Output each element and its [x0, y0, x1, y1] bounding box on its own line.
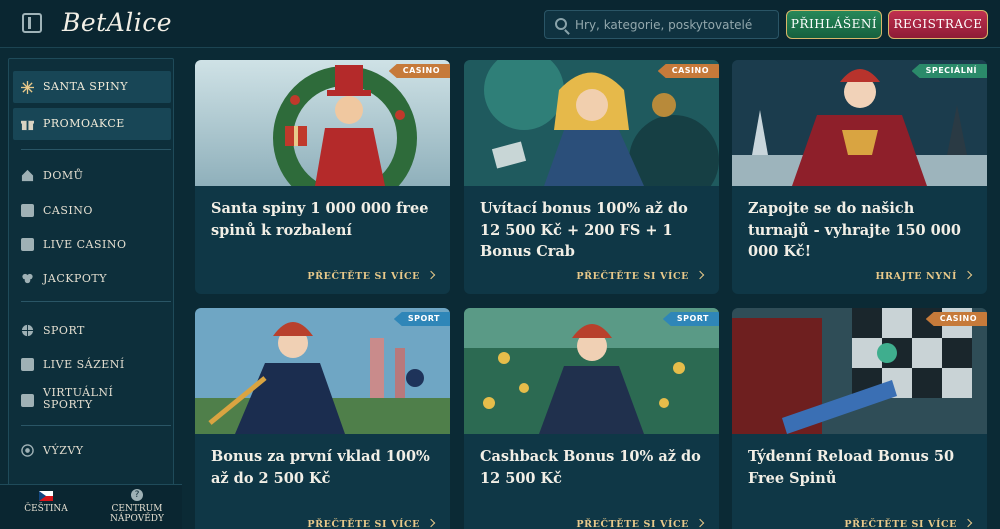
- search-input[interactable]: [575, 11, 775, 38]
- promo-image: [464, 308, 719, 434]
- read-more-link[interactable]: PŘEČTĚTE SI VÍCE: [307, 518, 436, 529]
- promo-card-cashback[interactable]: SPORT Cashback Bonus 10% až do 12 500 Kč…: [464, 308, 719, 529]
- chevron-right-icon: [963, 270, 973, 280]
- cards-icon: [21, 238, 34, 251]
- promo-title: Bonus za první vklad 100% až do 2 500 Kč: [211, 448, 430, 487]
- category-badge: SPORT: [393, 312, 450, 326]
- language-label: ČEŠTINA: [24, 504, 68, 514]
- read-more-link[interactable]: PŘEČTĚTE SI VÍCE: [307, 270, 436, 284]
- sidebar-item-sport[interactable]: SPORT: [13, 318, 171, 344]
- sidebar-toggle-icon[interactable]: [22, 13, 42, 33]
- sidebar-item-label: VÝZVY: [43, 444, 84, 457]
- divider: [21, 149, 171, 150]
- promo-image: [732, 60, 987, 186]
- promo-title: Týdenní Reload Bonus 50 Free Spinů: [748, 448, 955, 487]
- help-center-link[interactable]: ? CENTRUM NÁPOVĚDY: [104, 489, 170, 524]
- promo-title: Cashback Bonus 10% až do 12 500 Kč: [480, 448, 701, 487]
- sidebar-item-santa-spiny[interactable]: SANTA SPINY: [13, 71, 171, 103]
- sidebar-item-label: VIRTUÁLNÍ SPORTY: [43, 386, 114, 411]
- top-bar: BetAlice PŘIHLÁŠENÍ REGISTRACE: [0, 0, 1000, 48]
- chevron-right-icon: [426, 270, 436, 280]
- chevron-right-icon: [695, 518, 705, 528]
- chevron-right-icon: [426, 518, 436, 528]
- promo-image: [464, 60, 719, 186]
- cta-label: PŘEČTĚTE SI VÍCE: [844, 519, 957, 529]
- sidebar-item-live-sazeni[interactable]: LIVE SÁZENÍ: [13, 352, 171, 378]
- help-label: CENTRUM NÁPOVĚDY: [110, 504, 164, 524]
- promo-image: [195, 308, 450, 434]
- ball-icon: [21, 324, 34, 337]
- sidebar-item-label: LIVE CASINO: [43, 238, 127, 251]
- sidebar-item-label: SANTA SPINY: [43, 80, 128, 93]
- promo-card-santa-spiny[interactable]: CASINO Santa spiny 1 000 000 free spinů …: [195, 60, 450, 294]
- category-badge: SPORT: [662, 312, 719, 326]
- sidebar-item-label: CASINO: [43, 204, 93, 217]
- gift-icon: [21, 120, 34, 131]
- cta-label: HRAJTE NYNÍ: [875, 271, 957, 282]
- virtual-icon: [21, 394, 34, 407]
- cta-label: PŘEČTĚTE SI VÍCE: [307, 271, 420, 282]
- sidebar-item-label: DOMŮ: [43, 169, 84, 182]
- sidebar-footer: ČEŠTINA ? CENTRUM NÁPOVĚDY: [0, 484, 182, 529]
- chevron-right-icon: [695, 270, 705, 280]
- divider: [21, 301, 171, 302]
- snowflake-icon: [21, 81, 34, 94]
- logo[interactable]: BetAlice: [62, 6, 172, 40]
- read-more-link[interactable]: PŘEČTĚTE SI VÍCE: [576, 270, 705, 284]
- slot-machine-icon: [21, 204, 34, 217]
- register-button[interactable]: REGISTRACE: [888, 10, 988, 39]
- home-icon: [21, 169, 34, 182]
- sidebar-item-live-casino[interactable]: LIVE CASINO: [13, 232, 171, 258]
- sidebar: SANTA SPINY PROMOAKCE DOMŮ CASINO LIVE C…: [8, 58, 174, 529]
- language-selector[interactable]: ČEŠTINA: [14, 491, 78, 514]
- promo-card-welcome-bonus[interactable]: CASINO Uvítací bonus 100% až do 12 500 K…: [464, 60, 719, 294]
- read-more-link[interactable]: PŘEČTĚTE SI VÍCE: [576, 518, 705, 529]
- chevron-right-icon: [963, 518, 973, 528]
- category-badge: CASINO: [388, 64, 450, 78]
- category-badge: CASINO: [925, 312, 987, 326]
- sidebar-item-virtualni-sporty[interactable]: VIRTUÁLNÍ SPORTY: [13, 385, 171, 415]
- promo-card-weekly-reload[interactable]: CASINO Týdenní Reload Bonus 50 Free Spin…: [732, 308, 987, 529]
- question-icon: ?: [131, 489, 143, 501]
- sidebar-item-jackpoty[interactable]: JACKPOTY: [13, 266, 171, 292]
- promo-title: Santa spiny 1 000 000 free spinů k rozba…: [211, 200, 429, 239]
- sidebar-item-label: PROMOAKCE: [43, 117, 125, 130]
- category-badge: SPECIÁLNÍ: [911, 64, 987, 78]
- clover-icon: [22, 273, 33, 284]
- sidebar-item-casino[interactable]: CASINO: [13, 198, 171, 224]
- search-box[interactable]: [544, 10, 779, 39]
- sidebar-item-domu[interactable]: DOMŮ: [13, 163, 171, 189]
- category-badge: CASINO: [657, 64, 719, 78]
- sidebar-item-label: LIVE SÁZENÍ: [43, 358, 125, 371]
- cta-label: PŘEČTĚTE SI VÍCE: [576, 271, 689, 282]
- promo-card-first-deposit[interactable]: SPORT Bonus za první vklad 100% až do 2 …: [195, 308, 450, 529]
- czech-flag-icon: [39, 491, 53, 501]
- promo-title: Zapojte se do našich turnajů - vyhrajte …: [748, 200, 961, 260]
- sidebar-item-label: JACKPOTY: [43, 272, 108, 285]
- login-button[interactable]: PŘIHLÁŠENÍ: [786, 10, 882, 39]
- search-icon: [555, 18, 567, 30]
- promo-card-tournaments[interactable]: SPECIÁLNÍ Zapojte se do našich turnajů -…: [732, 60, 987, 294]
- cta-label: PŘEČTĚTE SI VÍCE: [576, 519, 689, 529]
- read-more-link[interactable]: PŘEČTĚTE SI VÍCE: [844, 518, 973, 529]
- sidebar-item-promoakce[interactable]: PROMOAKCE: [13, 108, 171, 140]
- promo-image: [195, 60, 450, 186]
- sidebar-item-label: SPORT: [43, 324, 85, 337]
- live-icon: [21, 358, 34, 371]
- promo-image: [732, 308, 987, 434]
- divider: [21, 425, 171, 426]
- promo-title: Uvítací bonus 100% až do 12 500 Kč + 200…: [480, 200, 688, 260]
- target-icon: [21, 444, 34, 457]
- play-now-link[interactable]: HRAJTE NYNÍ: [875, 270, 973, 284]
- sidebar-item-vyzvy[interactable]: VÝZVY: [13, 438, 171, 464]
- cta-label: PŘEČTĚTE SI VÍCE: [307, 519, 420, 529]
